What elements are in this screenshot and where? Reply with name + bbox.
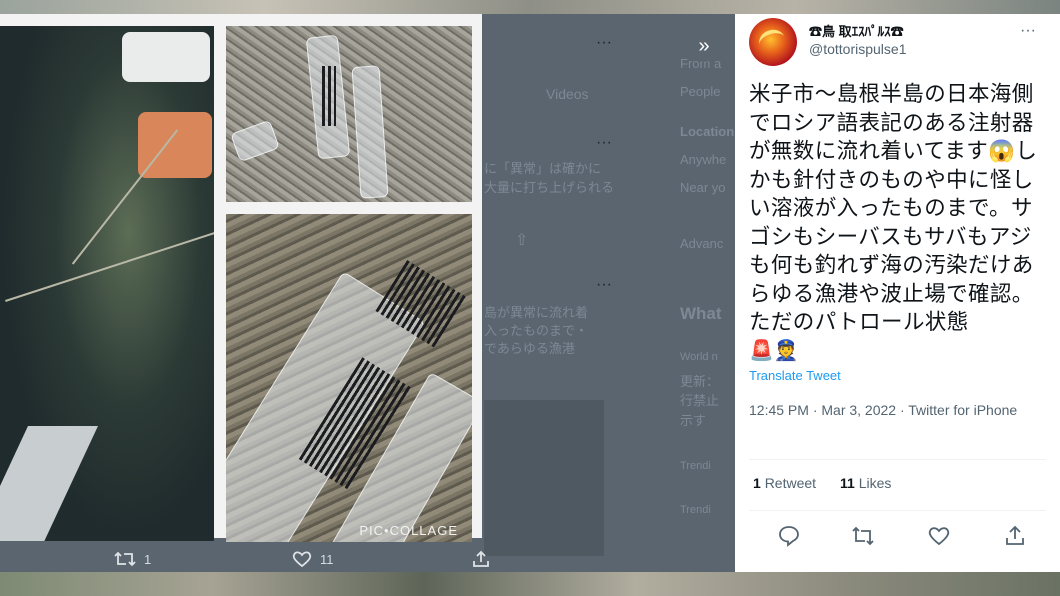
wrapper-packet [230,119,280,163]
divider [749,510,1046,511]
tweet-action-bar [735,524,1060,548]
double-chevron-icon: » [698,34,710,57]
trend-category: World n [680,351,718,363]
user-handle[interactable]: @tottorispulse1 [809,41,906,57]
emoji-line: 🚨👮 [749,340,799,362]
harbor-water-photo [0,26,214,541]
retweet-icon[interactable] [851,524,875,548]
dimmed-tweet-image [484,400,604,556]
syringes-on-concrete-photo [226,26,472,202]
expand-panel-button[interactable]: » [688,30,720,62]
tweet-detail-panel: ☎鳥 取ｴｽﾊﾟﾙｽ☎ @tottorispulse1 ··· 米子市～島根半島… [735,14,1060,572]
concrete-edge [0,426,98,541]
image-tweet-actions: 1 11 [0,546,520,572]
share-icon [473,550,489,567]
printed-label [322,66,336,126]
whats-happening-heading: What [680,304,722,323]
share-icon[interactable] [1003,524,1027,548]
reply-snippet: 大量に打ち上げられる [484,180,615,195]
videos-tab: Videos [546,86,589,102]
retweet-count: 1 [144,551,152,567]
white-float [122,32,210,82]
rope [71,129,179,265]
reply-snippet: 島が異常に流れ着 [484,305,589,320]
photo-collage[interactable]: PIC•COLLAGE [0,14,482,542]
reply-snippet: であらゆる漁港 [484,341,575,356]
rope [5,232,214,302]
syringe-closeup-photo: PIC•COLLAGE [226,214,472,542]
avatar-emblem [756,26,788,56]
likes-label: Likes [858,475,892,491]
avatar[interactable] [749,18,797,66]
reply-icon[interactable] [777,524,801,548]
pic-collage-watermark: PIC•COLLAGE [359,523,458,538]
retweets-count: 1 [753,475,761,491]
retweets-label: Retweet [764,475,817,491]
more-menu-icon: ··· [596,276,612,293]
trend-item: 行禁止 [680,393,720,408]
heart-icon [292,551,312,568]
advanced-search-link: Advanc [680,236,724,251]
like-button[interactable]: 11 [292,550,334,568]
blurred-background-top [0,0,1060,14]
syringe [351,65,389,199]
search-filter-near: Near yo [680,180,726,195]
trend-category: Trendi [680,504,711,516]
tweet-timestamp[interactable]: 12:45 PM · Mar 3, 2022 · Twitter for iPh… [749,400,1039,420]
retweet-icon [114,551,136,567]
reply-snippet: に「異常」は確かに [484,161,602,176]
share-icon: ⇧ [515,232,529,249]
likes-count: 11 [840,475,855,491]
search-filter-people: People [680,84,721,99]
more-options-button[interactable]: ··· [1020,22,1036,40]
reply-snippet: 入ったものまで・ [484,323,589,338]
translate-tweet-link[interactable]: Translate Tweet [749,368,841,383]
share-button[interactable] [472,550,490,568]
orange-float [138,112,212,178]
search-filter-anywhere: Anywhe [680,152,727,167]
likes-stat[interactable]: 11 Likes [840,475,891,491]
display-name[interactable]: ☎鳥 取ｴｽﾊﾟﾙｽ☎ [809,21,904,40]
like-count: 11 [320,551,334,567]
more-menu-icon: ··· [596,134,612,151]
trend-item: 示す [680,413,707,428]
search-filter-location: Location [680,124,735,139]
tweet-text: 米子市～島根半島の日本海側でロシア語表記のある注射器が無数に流れ着いてます😱しか… [749,82,1038,334]
retweets-stat[interactable]: 1 Retweet [753,475,816,491]
more-menu-icon: ··· [596,34,612,51]
trend-category: Trendi [680,460,711,472]
retweet-button[interactable]: 1 [114,550,151,568]
trend-item: 更新： [680,374,720,389]
like-icon[interactable] [927,524,951,548]
blurred-background-bottom [0,572,1060,596]
divider [749,459,1046,460]
